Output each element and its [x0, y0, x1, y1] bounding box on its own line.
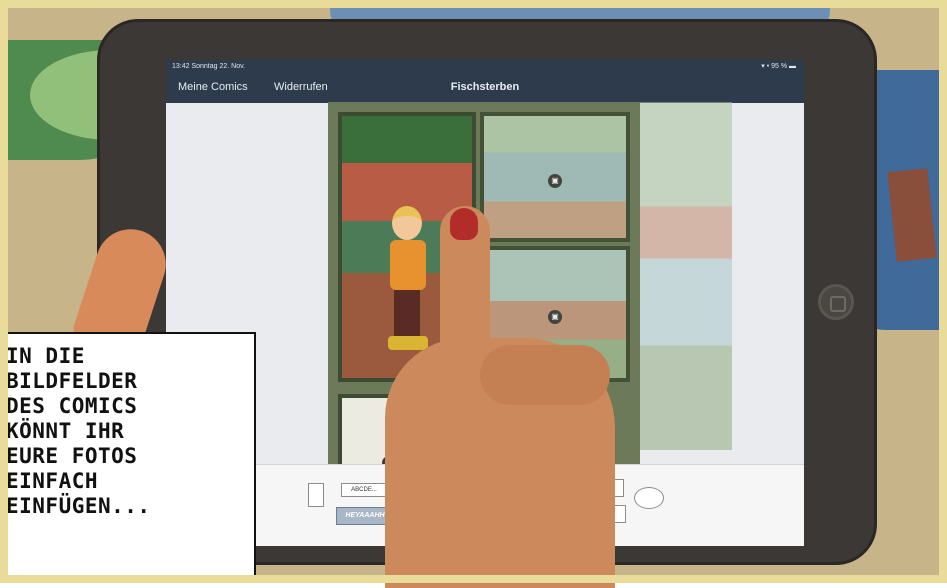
- dragged-photo-preview[interactable]: [640, 102, 732, 450]
- image-icon[interactable]: ▣: [548, 174, 562, 188]
- caption-line: EURE FOTOS: [6, 444, 138, 468]
- speech-bubble-tool[interactable]: [634, 487, 664, 509]
- caption-line: IN DIE: [6, 344, 85, 368]
- right-hand-knuckles: [480, 345, 610, 405]
- fingernail: [450, 208, 478, 240]
- caption-line: BILDFELDER: [6, 369, 138, 393]
- character-legs: [394, 290, 420, 340]
- home-button-icon[interactable]: [818, 284, 854, 320]
- caption-line: EINFÜGEN...: [6, 494, 151, 518]
- comic-title: Fischsterben: [450, 81, 520, 93]
- caption-line: DES COMICS: [6, 394, 138, 418]
- status-time: 13:42 Sonntag 22. Nov.: [172, 63, 246, 70]
- character-illustration: [380, 206, 440, 356]
- character-boots: [388, 336, 428, 350]
- character-body: [390, 240, 426, 290]
- caption-box: IN DIE BILDFELDER DES COMICS KÖNNT IHR E…: [0, 332, 256, 583]
- status-bar: 13:42 Sonntag 22. Nov. ▾ • 95 % ▬: [166, 60, 804, 73]
- comic-panel-2[interactable]: ▣: [480, 112, 630, 242]
- text-tool[interactable]: ABCDE...: [341, 483, 387, 497]
- caption-line: KÖNNT IHR: [6, 419, 125, 443]
- panel-tool[interactable]: [308, 483, 324, 507]
- character-head: [392, 206, 422, 240]
- caption-line: EINFACH: [6, 469, 99, 493]
- image-icon[interactable]: ▣: [548, 310, 562, 324]
- status-indicators: ▾ • 95 % ▬: [761, 63, 796, 70]
- navigation-bar: Meine Comics Widerrufen Fischsterben: [166, 73, 804, 103]
